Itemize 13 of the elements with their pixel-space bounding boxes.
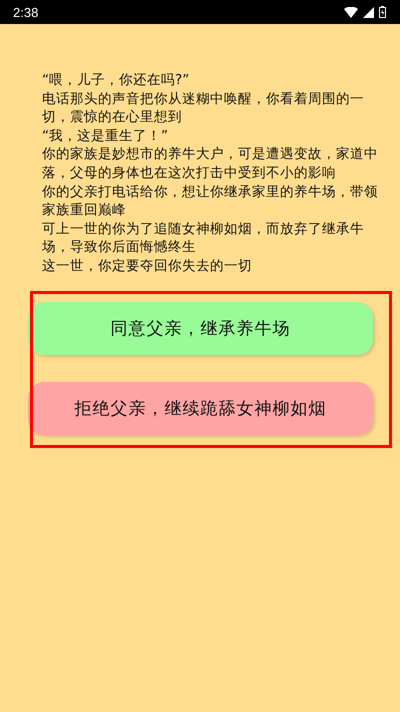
choice-button[interactable]: 拒绝父亲，继续跪舔女神柳如烟 — [28, 382, 373, 435]
battery-icon — [379, 6, 386, 18]
wifi-icon — [344, 6, 358, 18]
story-line: 电话那头的声音把你从迷糊中唤醒，你看着周围的一切，震惊的在心里想到 — [42, 90, 365, 127]
story-line: 你的父亲打电话给你，想让你继承家里的养牛场，带领家族重回巅峰 — [42, 182, 379, 220]
story-line: 可上一世的你为了追随女神柳如烟，而放弃了继承牛场，导致你后面悔憾终生 — [42, 220, 365, 257]
signal-icon — [363, 6, 374, 18]
clock: 2:38 — [13, 4, 38, 20]
story-line: 这一世，你定要夺回你失去的一切 — [42, 256, 253, 276]
story-line: “喂，儿子，你还在吗?” — [42, 71, 190, 90]
choice-button[interactable]: 同意父亲，继承养牛场 — [28, 302, 373, 355]
story-line: “我，这是重生了！” — [42, 126, 170, 146]
story-line: 你的家族是妙想市的养牛大户，可是遭遇变故，家道中落，父母的身体也在这次打击中受到不小的影响 — [42, 145, 379, 183]
